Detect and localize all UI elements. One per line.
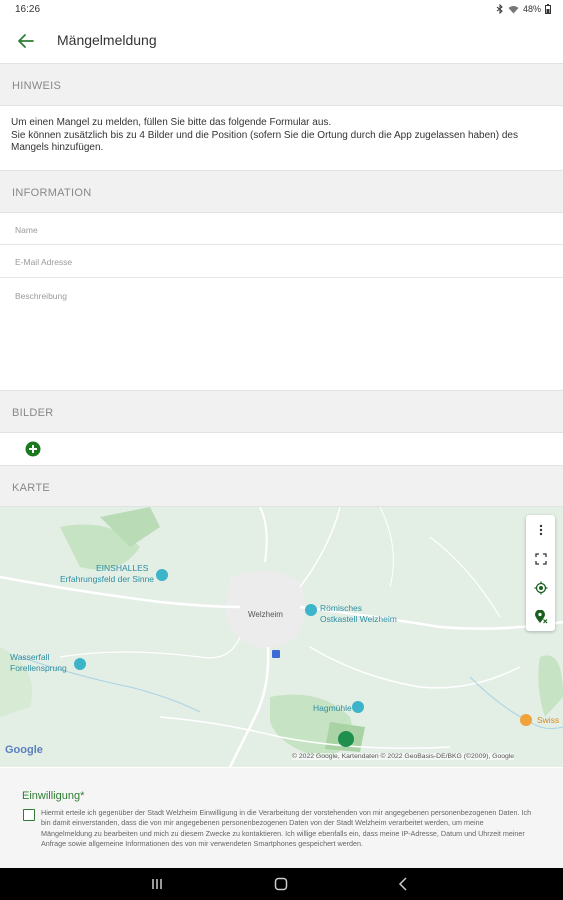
home-icon[interactable] [273,876,289,892]
consent-text: Hiermit erteile ich gegenüber der Stadt … [41,808,532,849]
map-label-kastell-1: Römisches [320,603,363,613]
map-label-einshalles: EINSHALLES [96,563,149,573]
map-remove-pin-button[interactable] [526,602,555,631]
status-time: 16:26 [15,4,41,15]
section-header-information: INFORMATION [0,170,563,213]
status-bar: 16:26 48% [0,0,563,20]
section-header-images-label: BILDER [12,407,54,419]
map-label-right-place: Swiss [537,715,560,725]
section-header-hint: HINWEIS [0,63,563,106]
email-placeholder: E-Mail Adresse [15,257,73,267]
hint-text: Um einen Mangel zu melden, füllen Sie bi… [11,117,518,153]
map-view[interactable]: EINSHALLES Erfahrungsfeld der Sinne Welz… [0,507,563,767]
description-placeholder: Beschreibung [15,291,67,301]
description-field[interactable]: Beschreibung [0,278,563,390]
consent-section: Einwilligung* Hiermit erteile ich gegenü… [0,768,563,868]
wifi-icon [508,5,519,13]
map-label-einshalles-sub: Erfahrungsfeld der Sinne [60,574,155,584]
section-header-information-label: INFORMATION [12,187,92,199]
section-header-hint-label: HINWEIS [12,80,62,92]
section-header-images: BILDER [0,390,563,433]
consent-title: Einwilligung* [22,790,85,802]
map-label-hagmuhle: Hagmühle [313,703,352,713]
map-attribution: © 2022 Google, Kartendaten © 2022 GeoBas… [292,753,515,760]
map-graphic [0,507,563,767]
section-header-map: KARTE [0,465,563,507]
map-label-wasserfall-2: Forellensprung [10,663,67,673]
map-fullscreen-button[interactable] [526,544,555,573]
map-locate-button[interactable] [526,573,555,602]
google-logo: Google [5,744,43,756]
map-controls [526,515,555,631]
battery-percent: 48% [522,4,541,14]
consent-checkbox[interactable] [23,809,35,821]
name-field[interactable]: Name [0,213,563,245]
fullscreen-icon [534,552,547,565]
name-placeholder: Name [15,225,38,235]
map-label-welzheim: Welzheim [248,610,283,619]
page-title: Mängelmeldung [57,32,157,48]
status-icons: 48% [496,4,551,14]
back-arrow-icon[interactable] [14,29,38,53]
recent-apps-icon[interactable] [149,876,165,892]
map-label-kastell-2: Ostkastell Welzheim [320,614,397,624]
section-header-map-label: KARTE [12,482,50,494]
add-image-icon[interactable] [25,441,41,457]
map-more-button[interactable] [526,515,555,544]
my-location-icon [534,581,547,594]
bluetooth-icon [496,4,503,14]
battery-icon [545,4,551,14]
pin-remove-icon [534,609,547,623]
more-vertical-icon [539,524,542,535]
app-bar: Mängelmeldung [0,20,563,62]
back-nav-icon[interactable] [396,876,412,892]
email-field[interactable]: E-Mail Adresse [0,245,563,278]
map-label-wasserfall-1: Wasserfall [10,652,50,662]
system-nav-bar [0,868,563,900]
